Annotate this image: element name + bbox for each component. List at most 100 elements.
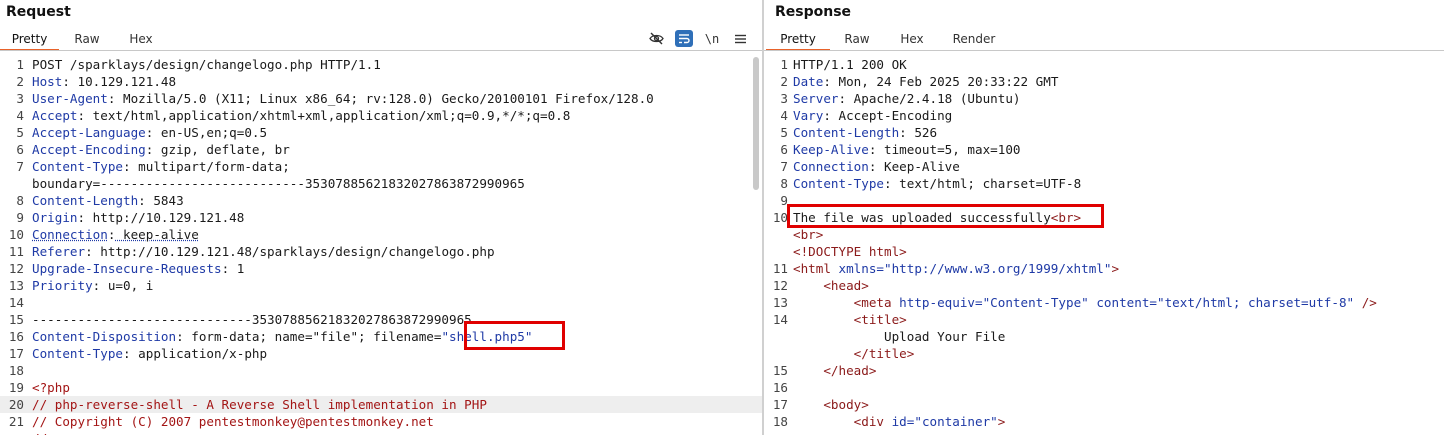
- response-line-number: 18: [772, 414, 788, 429]
- header-name: Content-Length: [32, 193, 139, 208]
- response-line-code: Date: Mon, 24 Feb 2025 20:33:22 GMT: [793, 74, 1059, 89]
- header-name: Vary: [793, 108, 824, 123]
- request-line[interactable]: 11 Referer: http://10.129.121.48/sparklay…: [0, 243, 763, 260]
- request-line[interactable]: 14: [0, 294, 763, 311]
- response-line-code: Content-Length: 526: [793, 125, 938, 140]
- request-line-number: 6: [16, 142, 24, 157]
- request-tab-raw[interactable]: Raw: [59, 29, 115, 51]
- request-line[interactable]: 1 POST /sparklays/design/changelogo.php H…: [0, 56, 763, 73]
- response-line[interactable]: 3 Server: Apache/2.4.18 (Ubuntu): [764, 90, 1444, 107]
- response-line[interactable]: 6 Keep-Alive: timeout=5, max=100: [764, 141, 1444, 158]
- response-line-code: <div id="container">: [793, 413, 1006, 430]
- request-editor[interactable]: 1 POST /sparklays/design/changelogo.php H…: [0, 55, 763, 435]
- header-value: 1: [229, 261, 245, 276]
- header-name: Content-Disposition: [32, 329, 177, 344]
- header-name: Server: [793, 91, 839, 106]
- request-line[interactable]: boundary=---------------------------3530…: [0, 175, 763, 192]
- response-line-code: </title>: [793, 345, 915, 362]
- request-line[interactable]: 19 <?php: [0, 379, 763, 396]
- request-scrollbar[interactable]: [753, 57, 759, 190]
- request-line[interactable]: 9 Origin: http://10.129.121.48: [0, 209, 763, 226]
- hamburger-menu-icon[interactable]: [731, 30, 749, 47]
- request-line-code: // php-reverse-shell - A Reverse Shell i…: [32, 396, 487, 413]
- html-attr: xmlns=: [830, 261, 885, 276]
- response-line[interactable]: 14 <title>: [764, 311, 1444, 328]
- request-line-number: 11: [8, 244, 24, 259]
- response-line[interactable]: 16: [764, 379, 1444, 396]
- response-line[interactable]: 17 <body>: [764, 396, 1444, 413]
- header-value: u=0, i: [100, 278, 154, 293]
- response-line[interactable]: 18 <div id="container">: [764, 413, 1444, 430]
- response-line[interactable]: 7 Connection: Keep-Alive: [764, 158, 1444, 175]
- response-line-code: <br>: [793, 226, 823, 243]
- request-line[interactable]: 6 Accept-Encoding: gzip, deflate, br: [0, 141, 763, 158]
- request-line[interactable]: 2 Host: 10.129.121.48: [0, 73, 763, 90]
- request-line[interactable]: 15 -----------------------------353078856…: [0, 311, 763, 328]
- response-line[interactable]: 5 Content-Length: 526: [764, 124, 1444, 141]
- request-line[interactable]: 13 Priority: u=0, i: [0, 277, 763, 294]
- request-line[interactable]: 8 Content-Length: 5843: [0, 192, 763, 209]
- request-line[interactable]: 5 Accept-Language: en-US,en;q=0.5: [0, 124, 763, 141]
- response-line[interactable]: </title>: [764, 345, 1444, 362]
- meta-attr-value: "Content-Type": [982, 295, 1089, 310]
- header-name: Referer: [32, 244, 86, 259]
- request-tab-pretty[interactable]: Pretty: [0, 29, 59, 51]
- header-name: Content-Type: [793, 176, 884, 191]
- request-line[interactable]: 4 Accept: text/html,application/xhtml+xml…: [0, 107, 763, 124]
- request-tab-hex[interactable]: Hex: [115, 29, 167, 51]
- request-line[interactable]: 17 Content-Type: application/x-php: [0, 345, 763, 362]
- response-tab-pretty[interactable]: Pretty: [766, 29, 830, 51]
- response-line-code: Upload Your File: [793, 328, 1005, 345]
- response-tab-render[interactable]: Render: [940, 29, 1008, 51]
- response-editor[interactable]: 1 HTTP/1.1 200 OK 2 Date: Mon, 24 Feb 2025 …: [764, 55, 1444, 435]
- div-attr: id=: [884, 414, 915, 429]
- request-line[interactable]: 21 // Copyright (C) 2007 pentestmonkey@pe…: [0, 413, 763, 430]
- response-line[interactable]: 8 Content-Type: text/html; charset=UTF-8: [764, 175, 1444, 192]
- newline-toggle[interactable]: \n: [703, 30, 721, 47]
- request-line[interactable]: 3 User-Agent: Mozilla/5.0 (X11; Linux x86…: [0, 90, 763, 107]
- response-line[interactable]: 11 <html xmlns="http://www.w3.org/1999/xh…: [764, 260, 1444, 277]
- response-line[interactable]: Upload Your File: [764, 328, 1444, 345]
- response-line[interactable]: 2 Date: Mon, 24 Feb 2025 20:33:22 GMT: [764, 73, 1444, 90]
- response-line[interactable]: 13 <meta http-equiv="Content-Type" conte…: [764, 294, 1444, 311]
- header-value: multipart/form-data;: [130, 159, 290, 174]
- request-line[interactable]: 10 Connection: keep-alive: [0, 226, 763, 243]
- response-line[interactable]: 4 Vary: Accept-Encoding: [764, 107, 1444, 124]
- response-line[interactable]: 12 <head>: [764, 277, 1444, 294]
- response-tab-hex[interactable]: Hex: [884, 29, 940, 51]
- request-line-number: 5: [16, 125, 24, 140]
- response-line-number: 2: [780, 74, 788, 89]
- header-value: en-US,en;q=0.5: [153, 125, 268, 140]
- eye-slash-icon[interactable]: [647, 30, 665, 47]
- body-text: Upload Your File: [884, 329, 1006, 344]
- request-line[interactable]: 20 // php-reverse-shell - A Reverse Shell…: [0, 396, 763, 413]
- request-line-code: Accept-Encoding: gzip, deflate, br: [32, 142, 290, 157]
- header-name: Connection: [793, 159, 869, 174]
- response-line[interactable]: 9: [764, 192, 1444, 209]
- html-tag: <title>: [853, 312, 907, 327]
- response-line[interactable]: 15 </head>: [764, 362, 1444, 379]
- header-value: keep-alive: [115, 227, 199, 242]
- wrap-icon[interactable]: [675, 30, 693, 47]
- request-toolbar: \n: [647, 30, 749, 47]
- code-comment: // Copyright (C) 2007 pentestmonkey@pent…: [32, 414, 434, 429]
- response-line[interactable]: 10 The file was uploaded successfully<br>: [764, 209, 1444, 226]
- request-line[interactable]: 7 Content-Type: multipart/form-data;: [0, 158, 763, 175]
- request-line[interactable]: //: [0, 430, 763, 435]
- response-line-number: 1: [780, 57, 788, 72]
- header-value: text/html; charset=UTF-8: [891, 176, 1082, 191]
- request-line[interactable]: 16 Content-Disposition: form-data; name="…: [0, 328, 763, 345]
- request-line-number: 1: [16, 57, 24, 72]
- response-tab-raw[interactable]: Raw: [830, 29, 884, 51]
- header-value: http://10.129.121.48/sparklays/design/ch…: [92, 244, 495, 259]
- request-line[interactable]: 18: [0, 362, 763, 379]
- request-line[interactable]: 12 Upgrade-Insecure-Requests: 1: [0, 260, 763, 277]
- request-line-number: 19: [8, 380, 24, 395]
- response-line[interactable]: <!DOCTYPE html>: [764, 243, 1444, 260]
- response-line[interactable]: <br>: [764, 226, 1444, 243]
- header-value: form-data; name="file"; filename=: [183, 329, 442, 344]
- request-line-number: 21: [8, 414, 24, 429]
- response-line[interactable]: 1 HTTP/1.1 200 OK: [764, 56, 1444, 73]
- response-line-number: 15: [772, 363, 788, 378]
